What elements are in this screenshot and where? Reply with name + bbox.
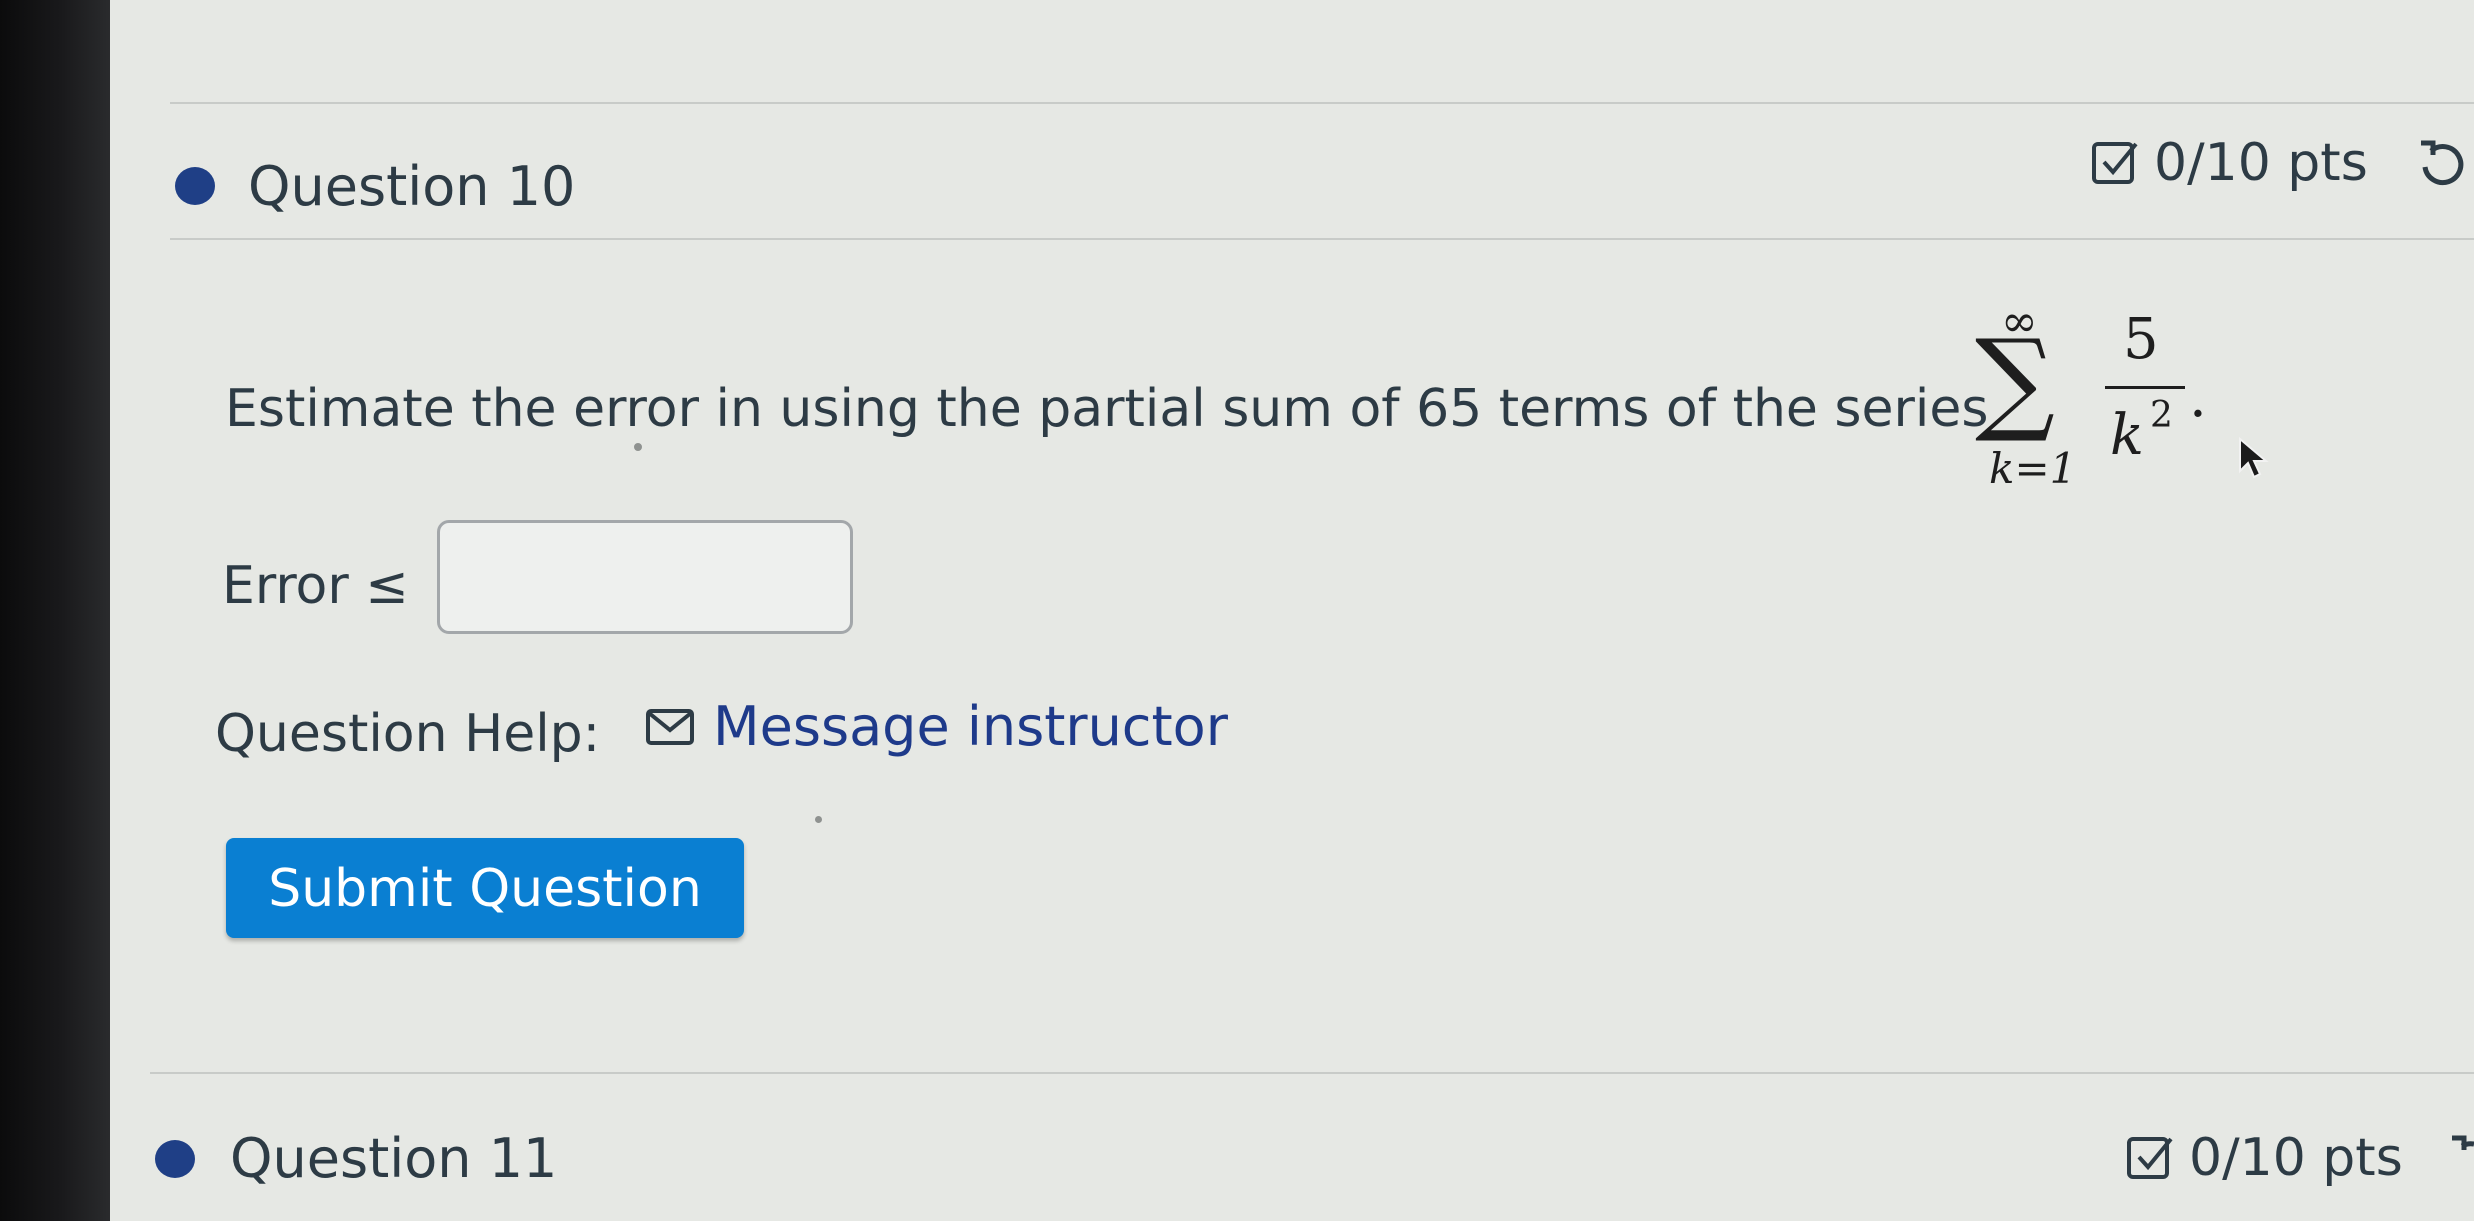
question-11-status-dot-icon [155, 1140, 195, 1178]
question-11-points: 0/10 pts [2125, 1132, 2403, 1184]
question-11-title: Question 11 [230, 1127, 558, 1190]
retry-icon[interactable] [2415, 137, 2471, 191]
series-numerator: 5 [2123, 307, 2159, 372]
fraction-bar [2105, 386, 2185, 389]
error-label: Error ≤ [222, 556, 409, 616]
series-expression: ∞ ∑ k=1 5 k 2 . [1975, 300, 2207, 500]
top-divider [170, 102, 2474, 104]
question-10-prompt: Estimate the error in using the partial … [225, 379, 1989, 439]
screen-speck [634, 443, 642, 451]
checkbox-check-icon [2127, 1137, 2173, 1179]
monitor-bezel [0, 0, 110, 1221]
question-help-label: Question Help: [215, 704, 601, 764]
series-lower-limit: k=1 [1989, 444, 2077, 493]
question-10-title: Question 10 [248, 155, 576, 218]
message-instructor-label: Message instructor [713, 695, 1228, 758]
question-header-divider [170, 238, 2474, 240]
series-exponent: 2 [2150, 395, 2173, 436]
error-answer-input[interactable] [437, 520, 853, 634]
question-10-points-label: 0/10 pts [2154, 133, 2368, 193]
question-11-points-label: 0/10 pts [2189, 1128, 2403, 1188]
retry-icon[interactable] [2446, 1132, 2474, 1186]
question-end-divider [150, 1072, 2474, 1074]
mouse-cursor-icon [2239, 437, 2269, 479]
mail-icon [646, 709, 694, 745]
question-10-status-dot-icon [175, 167, 215, 205]
checkbox-check-icon [2092, 142, 2138, 184]
screen-speck [815, 816, 822, 823]
submit-question-button[interactable]: Submit Question [226, 838, 744, 938]
question-10-points: 0/10 pts [2090, 137, 2368, 189]
series-period: . [2189, 365, 2207, 430]
series-denominator: k [2110, 403, 2144, 468]
series-sigma: ∑ [1975, 316, 2055, 446]
message-instructor-link[interactable]: Message instructor [645, 700, 1228, 754]
